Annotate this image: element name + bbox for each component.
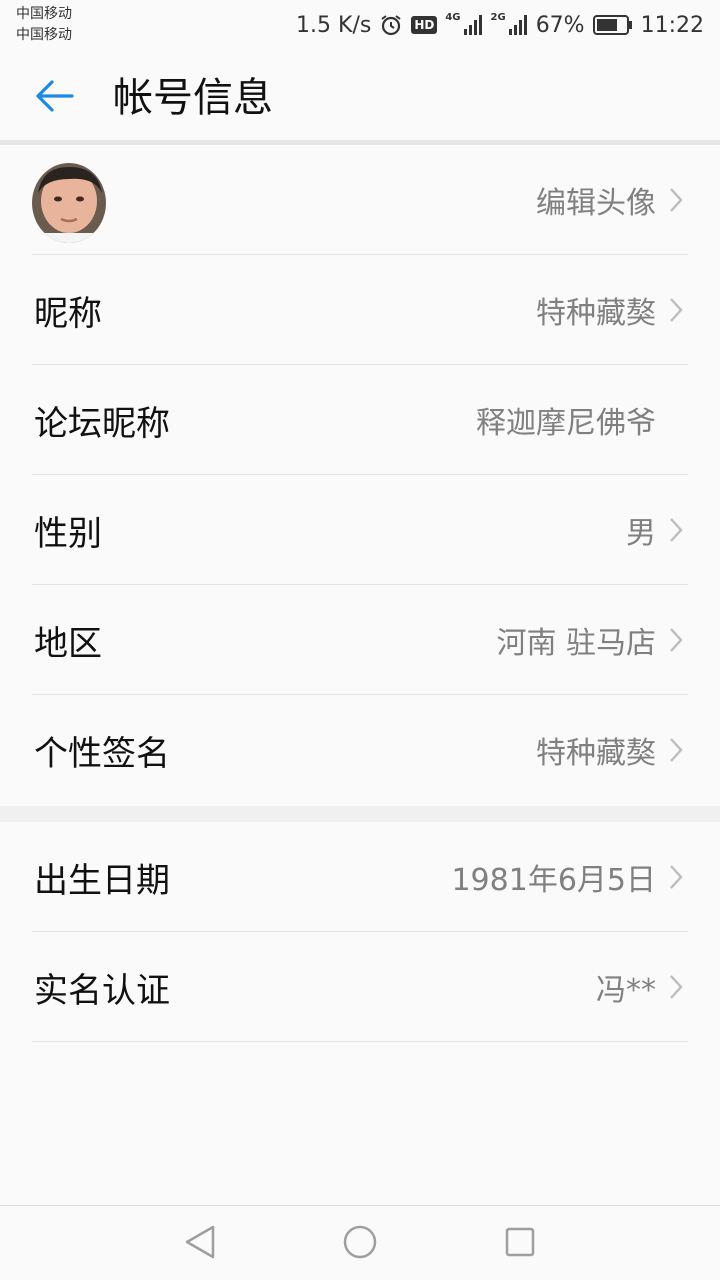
birthday-value: 1981年6月5日 [451,863,656,898]
nickname-label: 昵称 [34,293,102,334]
network-speed: 1.5 K/s [296,12,372,38]
signature-value: 特种藏獒 [536,736,656,771]
real-name-label: 实名认证 [34,970,170,1011]
triangle-back-icon [183,1224,217,1264]
back-arrow-icon [34,80,74,116]
back-button[interactable] [28,72,80,124]
clock: 11:22 [640,12,704,38]
gender-row[interactable]: 性别 男 [32,475,688,585]
carrier-info: 中国移动 中国移动 [16,4,72,46]
personal-info-group: 出生日期 1981年6月5日 实名认证 冯** [0,822,720,1042]
signature-label: 个性签名 [34,733,170,774]
network-type-2: 2G [490,11,506,23]
status-bar: 中国移动 中国移动 1.5 K/s HD 4G 2G 67% 11:22 [0,0,720,50]
carrier-1: 中国移动 [16,6,72,22]
section-gap [0,806,720,822]
nickname-value: 特种藏獒 [536,296,656,331]
app-header: 帐号信息 [0,50,720,140]
signal-icon-2 [508,14,528,36]
avatar [32,163,106,243]
account-info-group: 编辑头像 昵称 特种藏獒 论坛昵称 释迦摩尼佛爷 性别 男 地区 河南 驻马店 … [0,145,720,805]
forum-nickname-row: 论坛昵称 释迦摩尼佛爷 [32,365,688,475]
avatar-row[interactable]: 编辑头像 [32,145,688,255]
battery-percent: 67% [535,12,585,38]
hd-icon: HD [411,16,438,34]
battery-icon [592,14,633,36]
chevron-right-icon [668,822,684,932]
nickname-row[interactable]: 昵称 特种藏獒 [32,255,688,365]
square-recents-icon [503,1225,537,1263]
gender-value: 男 [626,516,656,551]
nav-recents-button[interactable] [500,1224,540,1264]
signal-icon-1 [463,14,483,36]
chevron-right-icon [668,145,684,255]
chevron-right-icon [668,585,684,695]
network-type-1: 4G [445,11,461,23]
real-name-value: 冯** [596,973,656,1008]
nav-back-button[interactable] [180,1224,220,1264]
status-indicators: 1.5 K/s HD 4G 2G 67% 11:22 [296,10,704,40]
chevron-right-icon [668,932,684,1042]
edit-avatar-label: 编辑头像 [536,186,656,221]
carrier-2: 中国移动 [16,27,72,43]
birthday-label: 出生日期 [34,860,170,901]
system-nav-bar [0,1205,720,1280]
gender-label: 性别 [34,513,102,554]
region-row[interactable]: 地区 河南 驻马店 [32,585,688,695]
region-value: 河南 驻马店 [496,626,656,661]
real-name-row[interactable]: 实名认证 冯** [32,932,688,1042]
signature-row[interactable]: 个性签名 特种藏獒 [32,695,688,805]
region-label: 地区 [34,623,102,664]
forum-nickname-label: 论坛昵称 [34,403,170,444]
page-title: 帐号信息 [113,75,273,121]
circle-home-icon [342,1224,378,1264]
nav-home-button[interactable] [340,1224,380,1264]
chevron-right-icon [668,695,684,805]
alarm-icon [379,13,403,37]
chevron-right-icon [668,255,684,365]
birthday-row[interactable]: 出生日期 1981年6月5日 [32,822,688,932]
forum-nickname-value: 释迦摩尼佛爷 [476,406,656,441]
chevron-right-icon [668,475,684,585]
